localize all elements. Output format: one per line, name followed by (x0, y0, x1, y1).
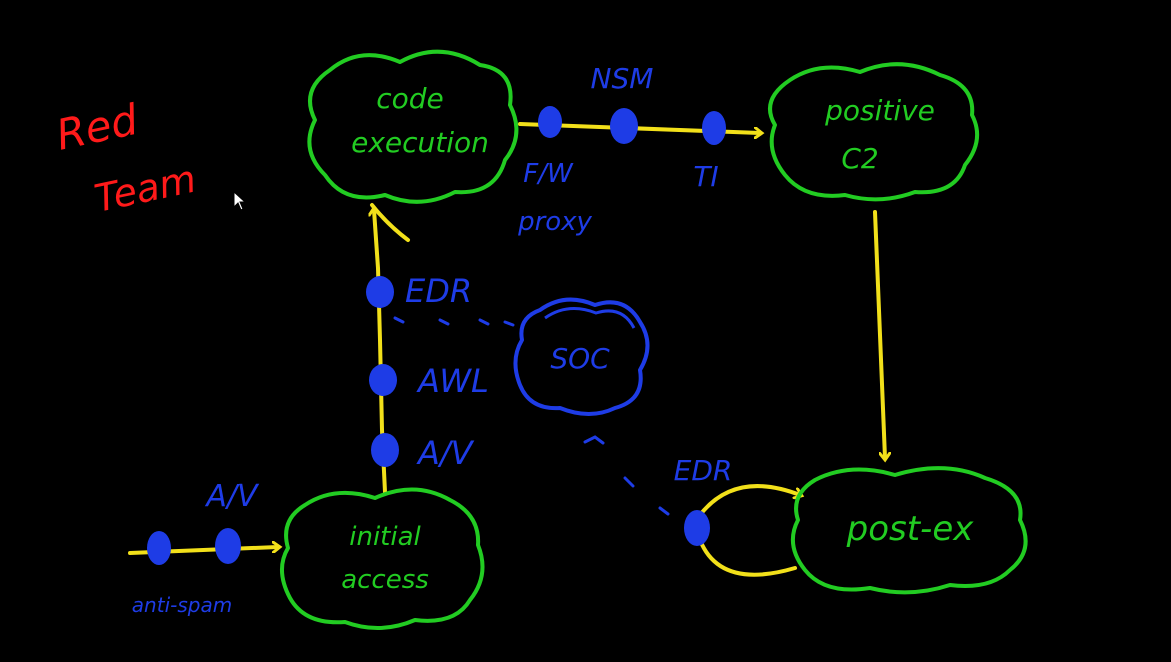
arrow-edr-loop-top (698, 484, 800, 517)
arrow-c2-to-post-ex (873, 210, 885, 458)
node-post-ex-label: post-ex (846, 509, 975, 549)
control-label-ti: TI (693, 160, 718, 193)
node-initial-access-line-2: access (341, 565, 429, 595)
node-initial-access-line-1: initial (349, 522, 421, 552)
control-dot-av-entry (215, 528, 241, 564)
title-line-1: Red (52, 95, 142, 160)
control-label-fw-proxy-line-1: F/W (523, 159, 574, 189)
control-dot-ti (702, 111, 726, 145)
red-team-diagram: Red Team code execution positive C2 init… (52, 49, 1028, 631)
control-dot-av-vertical (371, 433, 399, 467)
arrow-edr-loop-bottom (698, 538, 797, 577)
node-initial-access: initial access (280, 487, 485, 631)
control-label-edr-post: EDR (674, 454, 733, 487)
mouse-pointer-icon (233, 191, 247, 211)
control-dot-anti-spam (147, 531, 171, 565)
nodes: code execution positive C2 initial acces… (280, 49, 1028, 631)
control-label-av-entry: A/V (204, 479, 260, 514)
title-line-2: Team (91, 157, 200, 221)
control-soc: SOC (513, 297, 650, 416)
node-code-execution-line-1: code (376, 82, 444, 115)
control-label-nsm: NSM (591, 62, 654, 95)
node-positive-c2: positive C2 (768, 62, 980, 202)
control-label-edr-vertical: EDR (405, 272, 472, 310)
soc-dashed-links (393, 316, 670, 516)
control-label-anti-spam: anti-spam (132, 593, 232, 617)
node-code-execution-line-2: execution (351, 126, 489, 159)
control-dot-edr-post (684, 510, 710, 546)
node-code-execution: code execution (307, 49, 519, 204)
control-label-awl: AWL (416, 362, 489, 400)
control-dot-fw-proxy (538, 106, 562, 138)
control-label-fw-proxy-line-2: proxy (517, 207, 592, 237)
node-positive-c2-line-2: C2 (841, 142, 878, 175)
control-label-av-vertical: A/V (416, 434, 475, 472)
title: Red Team (52, 95, 200, 221)
node-positive-c2-line-1: positive (824, 94, 935, 127)
control-label-soc: SOC (550, 342, 610, 375)
node-post-ex: post-ex (790, 466, 1028, 595)
control-dot-edr-vertical (366, 276, 394, 308)
control-dot-awl (369, 364, 397, 396)
control-dot-nsm (610, 108, 638, 144)
